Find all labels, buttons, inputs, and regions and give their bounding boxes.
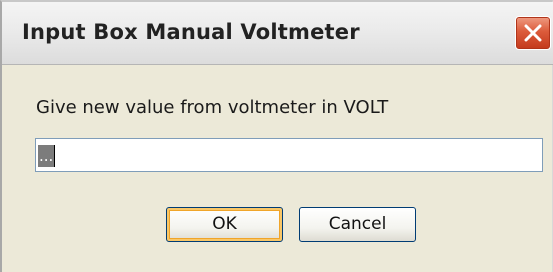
window-title: Input Box Manual Voltmeter [22,20,360,44]
value-input[interactable]: ... [35,138,543,172]
cancel-button[interactable]: Cancel [299,207,416,242]
close-icon [524,24,542,42]
dialog-window: Input Box Manual Voltmeter Give new valu… [0,0,553,272]
input-selected-text: ... [38,145,55,167]
ok-button[interactable]: OK [166,207,283,242]
title-bar[interactable]: Input Box Manual Voltmeter [2,2,553,65]
close-button[interactable] [515,16,551,50]
text-caret [54,145,56,167]
prompt-label: Give new value from voltmeter in VOLT [36,97,389,118]
